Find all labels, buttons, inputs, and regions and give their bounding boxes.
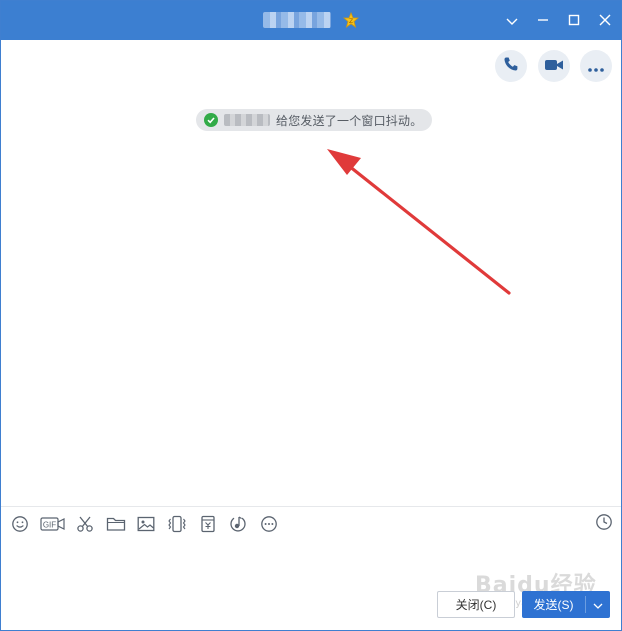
phone-icon (503, 56, 519, 76)
scissors-icon (76, 515, 94, 533)
minimize-button[interactable] (532, 9, 554, 31)
shake-notice: 给您发送了一个窗口抖动。 (196, 109, 433, 131)
input-toolbar: GIF (9, 513, 288, 535)
input-divider (1, 506, 621, 507)
minimize-icon (537, 11, 549, 30)
chat-window: Z 给您发送了一个窗口抖动。 GIF Baidu经验 关闭(C) 发送(S) (0, 0, 622, 631)
voice-call-button[interactable] (495, 50, 527, 82)
check-icon (204, 113, 218, 127)
close-window-button[interactable] (594, 9, 616, 31)
chevron-down-icon (506, 11, 518, 30)
title-area: Z (263, 10, 360, 30)
red-packet-icon (200, 515, 216, 533)
screenshot-button[interactable] (74, 513, 96, 535)
music-button[interactable] (227, 513, 249, 535)
send-button[interactable]: 发送(S) (522, 591, 610, 618)
toolbar-more-button[interactable] (258, 513, 280, 535)
notice-text: 给您发送了一个窗口抖动。 (276, 113, 423, 128)
more-options-button[interactable] (580, 50, 612, 82)
maximize-icon (568, 11, 580, 30)
red-packet-button[interactable] (197, 513, 219, 535)
sender-name-redacted (224, 114, 270, 126)
video-icon (544, 57, 564, 76)
menu-button[interactable] (501, 9, 523, 31)
annotation-arrow (327, 149, 511, 295)
chevron-down-icon (593, 598, 603, 612)
contact-name-redacted (263, 12, 331, 28)
message-input[interactable] (7, 541, 613, 583)
window-shake-button[interactable] (166, 513, 188, 535)
image-icon (137, 516, 155, 532)
svg-text:Z: Z (349, 18, 353, 25)
send-button-label: 发送(S) (533, 598, 574, 612)
shake-icon (167, 515, 187, 533)
message-history-button[interactable] (594, 514, 614, 534)
clock-icon (595, 513, 613, 535)
emoji-button[interactable] (9, 513, 31, 535)
send-options-dropdown[interactable] (586, 591, 610, 618)
send-file-button[interactable] (105, 513, 127, 535)
gif-icon: GIF (39, 516, 66, 532)
folder-icon (106, 516, 126, 532)
gif-label: GIF (42, 521, 55, 530)
send-image-button[interactable] (135, 513, 157, 535)
video-call-button[interactable] (538, 50, 570, 82)
maximize-button[interactable] (563, 9, 585, 31)
title-bar[interactable]: Z (1, 1, 621, 40)
music-icon (229, 515, 247, 533)
close-button[interactable]: 关闭(C) (437, 591, 515, 618)
more-icon (260, 515, 278, 533)
emoji-icon (11, 515, 29, 533)
star-badge-icon: Z (342, 11, 360, 28)
gif-button[interactable]: GIF (39, 513, 66, 535)
more-icon (588, 57, 604, 76)
close-icon (599, 11, 611, 30)
